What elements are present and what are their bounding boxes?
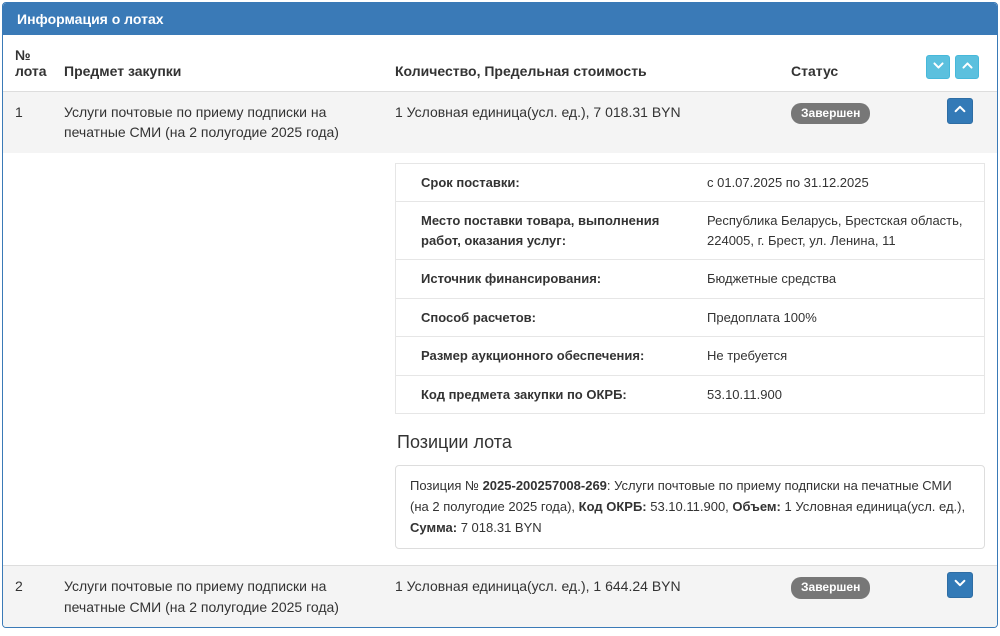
expand-all-button[interactable] (955, 55, 979, 79)
collapse-all-button[interactable] (926, 55, 950, 79)
chevron-up-icon (961, 59, 974, 75)
lot-number: 1 (3, 92, 52, 153)
chevron-down-icon (932, 59, 945, 75)
detail-field-delivery-term: Срок поставки: с 01.07.2025 по 31.12.202… (396, 164, 984, 202)
position-number: 2025-200257008-269 (483, 478, 607, 493)
detail-field-funding-source: Источник финансирования: Бюджетные средс… (396, 259, 984, 298)
chevron-up-icon (953, 101, 967, 121)
lot-position-item: Позиция № 2025-200257008-269: Услуги поч… (395, 465, 985, 549)
column-header-quantity: Количество, Предельная стоимость (383, 35, 779, 92)
lots-info-panel: Информация о лотах № лота Предмет закупк… (2, 2, 998, 628)
lot-number: 2 (3, 566, 52, 627)
panel-title: Информация о лотах (3, 3, 997, 35)
lot-quantity: 1 Условная единица(усл. ед.), 7 018.31 B… (383, 92, 779, 153)
lot-positions-title: Позиции лота (397, 432, 985, 453)
page-bottom-gap (0, 630, 1000, 636)
lot-subject: Услуги почтовые по приему подписки на пе… (52, 566, 383, 627)
lot-row-1: 1 Услуги почтовые по приему подписки на … (3, 92, 997, 153)
lot-details-table: Срок поставки: с 01.07.2025 по 31.12.202… (395, 163, 985, 415)
lot-2-expand-button[interactable] (947, 572, 973, 598)
status-badge: Завершен (791, 577, 870, 598)
lot-subject: Услуги почтовые по приему подписки на пе… (52, 92, 383, 153)
detail-field-auction-security: Размер аукционного обеспечения: Не требу… (396, 336, 984, 375)
column-header-subject: Предмет закупки (52, 35, 383, 92)
detail-field-okrb-code: Код предмета закупки по ОКРБ: 53.10.11.9… (396, 375, 984, 414)
column-header-status: Статус (779, 35, 914, 92)
chevron-down-icon (953, 575, 967, 595)
detail-field-payment-method: Способ расчетов: Предоплата 100% (396, 298, 984, 337)
detail-field-delivery-place: Место поставки товара, выполнения работ,… (396, 201, 984, 259)
lot-row-2: 2 Услуги почтовые по приему подписки на … (3, 566, 997, 627)
lots-table: № лота Предмет закупки Количество, Преде… (3, 35, 997, 627)
lot-quantity: 1 Условная единица(усл. ед.), 1 644.24 B… (383, 566, 779, 627)
lot-1-details-row: Срок поставки: с 01.07.2025 по 31.12.202… (3, 153, 997, 566)
status-badge: Завершен (791, 103, 870, 124)
lot-1-collapse-button[interactable] (947, 98, 973, 124)
column-header-lot-number: № лота (3, 35, 52, 92)
table-header-row: № лота Предмет закупки Количество, Преде… (3, 35, 997, 92)
